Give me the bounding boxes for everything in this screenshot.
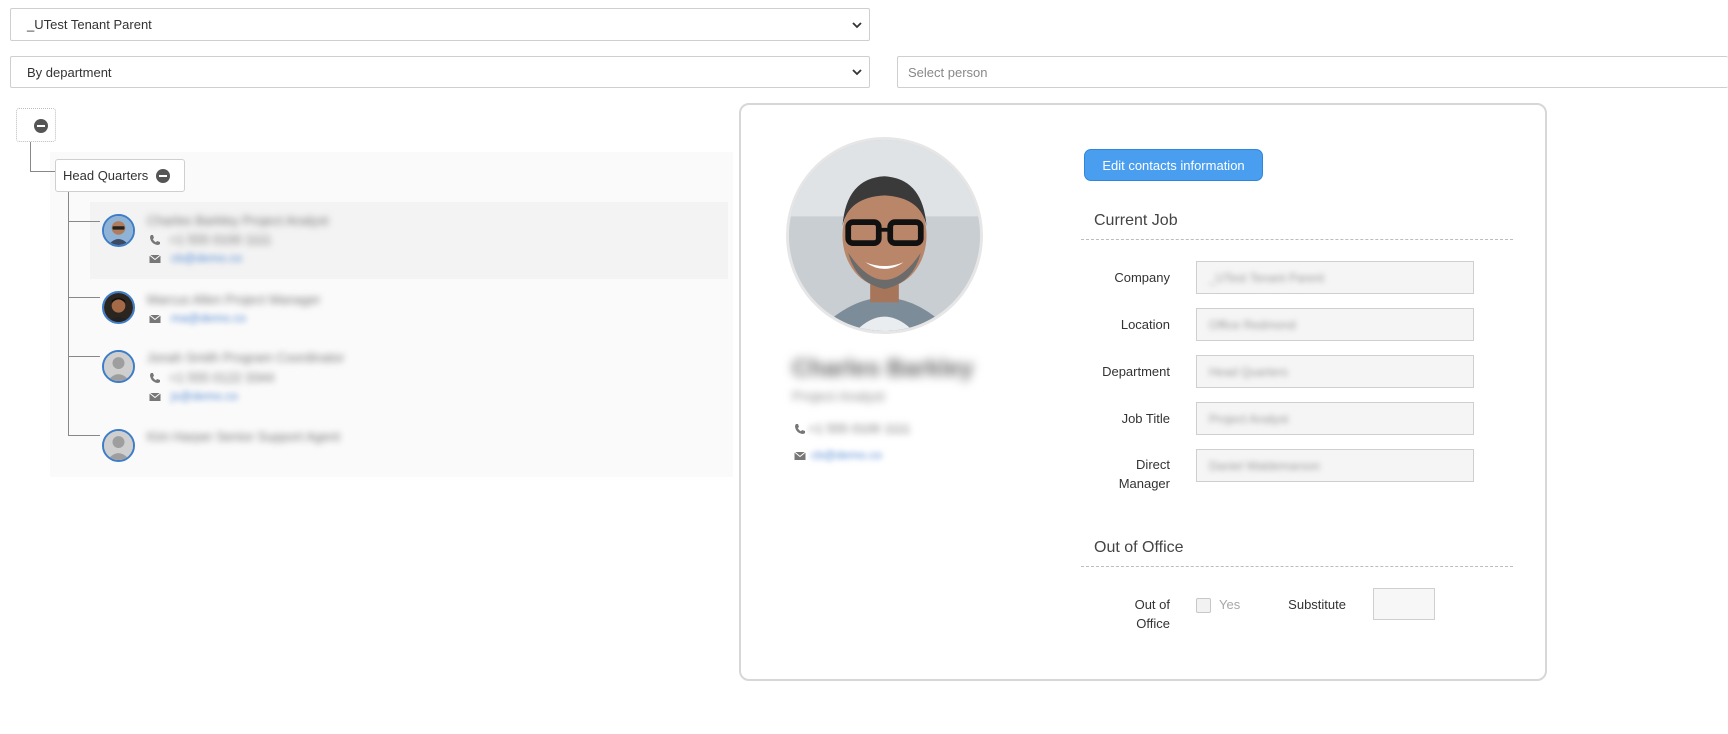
chevron-down-icon xyxy=(852,21,862,28)
tenant-select-value: _UTest Tenant Parent xyxy=(27,17,152,32)
tree-connector xyxy=(30,142,31,172)
company-label: Company xyxy=(1114,270,1170,285)
tree-connector xyxy=(68,192,69,435)
avatar xyxy=(102,214,135,247)
person-search-placeholder: Select person xyxy=(908,64,988,80)
member-name: Kim Harper Senior Support Agent xyxy=(147,429,340,444)
member-email[interactable]: ma@demo.co xyxy=(171,311,246,325)
job-title-field: Project Analyst xyxy=(1196,402,1474,435)
avatar xyxy=(102,350,135,383)
collapse-icon[interactable] xyxy=(156,168,171,183)
department-label: Department xyxy=(1102,364,1170,379)
chevron-down-icon xyxy=(852,69,862,76)
member-phone: +1 555 0122 3344 xyxy=(169,370,275,385)
avatar xyxy=(102,291,135,324)
tree-connector xyxy=(68,435,100,436)
direct-manager-field: Daniel Waldemarson xyxy=(1196,449,1474,482)
person-name: Charles Barkley xyxy=(792,355,974,382)
avatar xyxy=(102,429,135,462)
mail-icon xyxy=(149,314,161,323)
out-of-office-checkbox[interactable] xyxy=(1196,598,1211,613)
company-field: _UTest Tenant Parent xyxy=(1196,261,1474,294)
job-title-label: Job Title xyxy=(1121,411,1170,426)
department-value: Head Quarters xyxy=(1209,364,1288,379)
location-label: Location xyxy=(1120,317,1170,332)
grouping-select-value: By department xyxy=(27,64,112,80)
person-title: Project Analyst xyxy=(792,388,885,404)
out-of-office-yes-label: Yes xyxy=(1219,597,1241,612)
department-field: Head Quarters xyxy=(1196,355,1474,388)
profile-photo xyxy=(786,137,983,334)
phone-icon xyxy=(150,235,160,245)
mail-icon xyxy=(794,451,806,460)
member-name: Marcus Allen Project Manager xyxy=(147,292,321,307)
out-of-office-label: Out of Office xyxy=(1134,597,1170,631)
tree-connector xyxy=(68,297,100,298)
job-title-value: Project Analyst xyxy=(1209,411,1289,426)
phone-icon xyxy=(150,373,160,383)
member-phone: +1 555 0100 1111 xyxy=(169,232,272,247)
substitute-field[interactable] xyxy=(1373,588,1435,620)
location-value: Office Redmond xyxy=(1209,317,1296,332)
out-of-office-heading: Out of Office xyxy=(1094,539,1184,556)
tree-connector xyxy=(68,221,100,222)
company-value: _UTest Tenant Parent xyxy=(1209,270,1325,285)
phone-icon xyxy=(795,424,805,434)
tree-connector xyxy=(30,171,55,172)
person-email[interactable]: cb@demo.co xyxy=(811,448,882,462)
mail-icon xyxy=(149,392,161,401)
tree-connector xyxy=(68,356,100,357)
member-name: Jonah Smith Program Coordinator xyxy=(147,350,345,365)
person-phone: +1 555 0100 1111 xyxy=(808,421,911,436)
member-name: Charles Barkley Project Analyst xyxy=(147,213,329,228)
department-node[interactable]: Head Quarters xyxy=(55,159,185,192)
location-field: Office Redmond xyxy=(1196,308,1474,341)
edit-contacts-button[interactable]: Edit contacts information xyxy=(1084,149,1263,181)
grouping-select[interactable]: By department xyxy=(10,56,870,88)
current-job-heading: Current Job xyxy=(1094,212,1178,229)
direct-manager-value: Daniel Waldemarson xyxy=(1209,458,1320,473)
substitute-label: Substitute xyxy=(1288,597,1346,612)
tree-root-node[interactable] xyxy=(16,108,56,142)
mail-icon xyxy=(149,254,161,263)
section-divider xyxy=(1081,566,1513,567)
section-divider xyxy=(1081,239,1513,240)
member-email[interactable]: cb@demo.co xyxy=(171,251,242,265)
department-label: Head Quarters xyxy=(63,168,149,183)
collapse-icon[interactable] xyxy=(34,119,48,133)
tenant-select[interactable]: _UTest Tenant Parent xyxy=(10,8,870,41)
member-email[interactable]: js@demo.co xyxy=(171,389,238,403)
direct-manager-label: Direct Manager xyxy=(1118,457,1170,491)
person-search-input[interactable]: Select person xyxy=(897,56,1728,88)
